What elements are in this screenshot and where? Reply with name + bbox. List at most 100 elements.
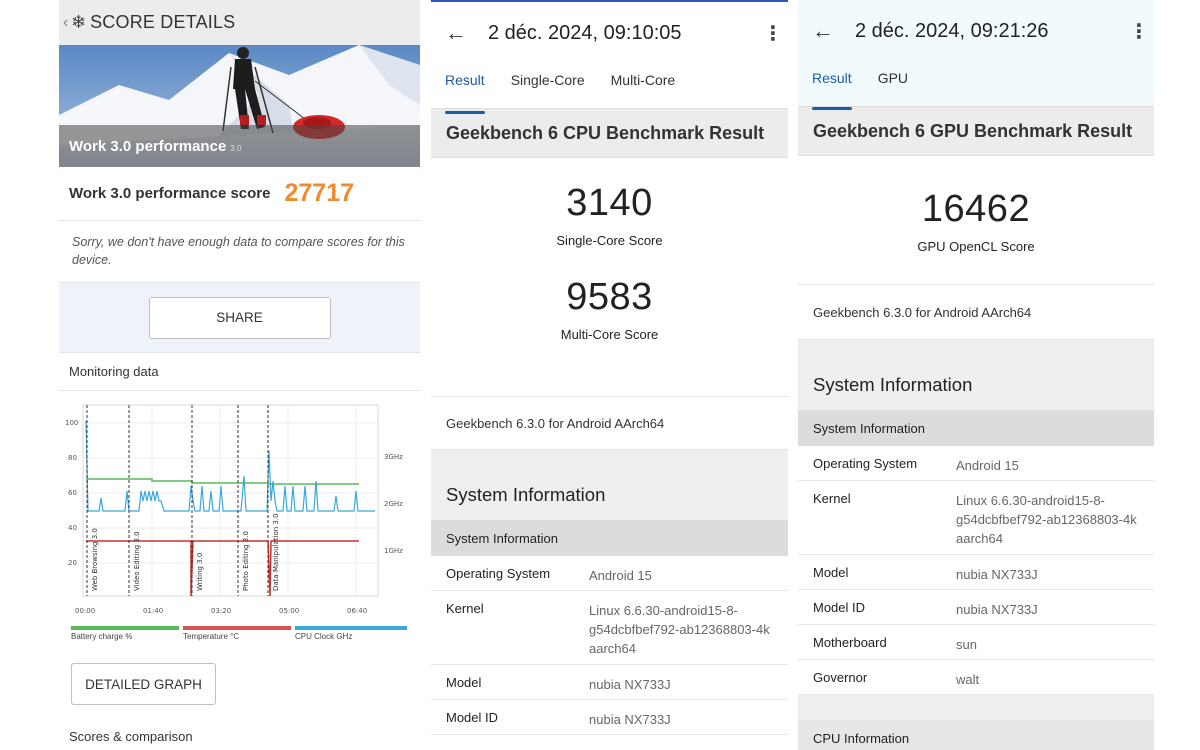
info-value: nubia NX733J [589,677,671,692]
marker-video-editing: Video Editing 3.0 [133,531,141,591]
hero-title: Work 3.0 performance [69,137,227,155]
single-core-label: Single-Core Score [556,233,663,248]
info-value: Android 15 [956,458,1019,473]
tab-bar: Result GPU [798,62,1154,110]
chart-legend: Battery charge % Temperature °C CPU Cloc… [71,626,411,646]
multi-core-block: 9583 Multi-Core Score [431,276,788,396]
detailed-graph-button[interactable]: DETAILED GRAPH [71,663,216,705]
legend-cpu-clock: CPU Clock GHz [295,626,407,641]
legend-temperature: Temperature °C [183,626,291,641]
share-button[interactable]: SHARE [148,296,331,339]
gpu-score-block: 16462 GPU OpenCL Score [798,156,1154,284]
tab-gpu[interactable]: GPU [878,62,908,106]
monitoring-data-heading: Monitoring data [59,353,420,391]
info-key: Kernel [813,491,851,506]
y-tick: 40 [68,524,77,532]
info-row: Model nubia NX733J [431,665,788,700]
info-row: Kernel Linux 6.6.30-android15-8-g54dcbfb… [798,481,1154,555]
page-title: SCORE DETAILS [90,12,236,32]
x-tick: 03:20 [211,607,231,615]
legend-label: Temperature °C [183,632,240,641]
info-value: Linux 6.6.30-android15-8-g54dcbfbef792-a… [589,603,770,656]
multi-core-score: 9583 [566,276,653,318]
geekbench-cpu-panel: ← 2 déc. 2024, 09:10:05 ⋮ Result Single-… [431,0,788,750]
result-date: 2 déc. 2024, 09:10:05 [488,21,682,44]
legend-battery: Battery charge % [71,626,179,641]
info-row: Model nubia NX733J [798,555,1154,590]
info-row: Operating System Android 15 [798,446,1154,481]
multi-core-label: Multi-Core Score [560,327,659,342]
score-value: 27717 [284,179,355,207]
x-tick: 00:00 [75,607,95,615]
hero-caption: Work 3.0 performance 3.0 [59,125,420,167]
legend-swatch [183,626,291,630]
version-row: Geekbench 6.3.0 for Android AArch64 [798,284,1154,340]
hero-version: 3.0 [230,143,242,153]
single-core-score: 3140 [566,182,653,224]
y-tick: 100 [65,419,78,427]
gpu-opencl-score: 16462 [921,188,1031,230]
legend-label: CPU Clock GHz [295,632,353,641]
cpu-information-subheader: CPU Information [798,720,1154,750]
info-row: Kernel Linux 6.6.30-android15-8-g54dcbfb… [431,591,788,665]
marker-photo-editing: Photo Editing 3.0 [242,531,250,591]
monitoring-graph: 100 80 60 40 20 3GHz 2GHz 1GHz 00:00 01:… [65,404,403,615]
info-key: Kernel [446,601,484,616]
info-value: Linux 6.6.30-android15-8-g54dcbfbef792-a… [956,493,1137,546]
info-row: Model ID nubia NX733J [431,700,788,735]
system-information-title: System Information [798,340,1154,410]
result-section-title: Geekbench 6 CPU Benchmark Result [431,108,788,158]
app-bar: ← 2 déc. 2024, 09:10:05 ⋮ Result Single-… [431,0,788,114]
more-vert-icon[interactable]: ⋮ [1124,19,1154,44]
info-row: Model ID nubia NX733J [798,590,1154,625]
info-key: Operating System [446,566,551,581]
back-chevron-icon[interactable]: ‹ [63,14,71,32]
back-arrow-icon[interactable]: ← [812,18,855,44]
marker-data-manipulation: Data Manipulation 3.0 [272,513,280,591]
info-value: walt [956,672,980,687]
x-tick: 06:40 [347,607,367,615]
info-key: Model [813,565,849,580]
temperature-line [86,540,359,597]
geekbench-gpu-panel: ← 2 déc. 2024, 09:21:26 ⋮ Result GPU Gee… [798,0,1154,750]
info-value: Android 15 [589,568,652,583]
right-tick: 3GHz [384,453,403,461]
version-row: Geekbench 6.3.0 for Android AArch64 [431,396,788,450]
info-key: Governor [813,670,868,685]
toolbar: ← 2 déc. 2024, 09:21:26 ⋮ [798,0,1154,62]
info-value: nubia NX733J [589,712,671,727]
y-tick: 20 [68,559,77,567]
x-tick: 01:40 [143,607,163,615]
back-arrow-icon[interactable]: ← [445,20,488,46]
legend-swatch [295,626,407,630]
info-row: Operating System Android 15 [431,556,788,591]
more-vert-icon[interactable]: ⋮ [758,21,788,46]
score-row: Work 3.0 performance score 27717 [59,167,420,221]
score-details-header: ‹ ❄ SCORE DETAILS [59,0,420,45]
tab-multi-core[interactable]: Multi-Core [611,64,676,110]
info-value: sun [956,637,977,652]
tab-single-core[interactable]: Single-Core [511,64,585,110]
info-key: Model ID [813,600,866,615]
info-key: Model [446,675,482,690]
share-area: SHARE [59,283,420,353]
gpu-opencl-label: GPU OpenCL Score [917,239,1035,254]
info-row: Governor walt [798,660,1154,695]
result-date: 2 déc. 2024, 09:21:26 [855,19,1049,42]
marker-writing: Writing 3.0 [196,553,204,591]
hero-image: Work 3.0 performance 3.0 [59,45,420,167]
tab-bar: Result Single-Core Multi-Core [431,64,788,114]
system-information-subheader: System Information [798,410,1154,446]
scores-comparison-heading: Scores & comparison [69,729,193,744]
single-core-block: 3140 Single-Core Score [431,158,788,276]
right-tick: 2GHz [384,500,403,508]
system-information-title: System Information [431,450,788,520]
y-tick: 80 [68,454,77,462]
tab-result[interactable]: Result [445,64,485,114]
info-key: Motherboard [813,635,887,650]
section-gap [798,695,1154,720]
marker-web-browsing: Web Browsing 3.0 [91,528,99,591]
tab-result[interactable]: Result [812,62,852,110]
x-tick: 05:00 [279,607,299,615]
info-value: nubia NX733J [956,567,1038,582]
